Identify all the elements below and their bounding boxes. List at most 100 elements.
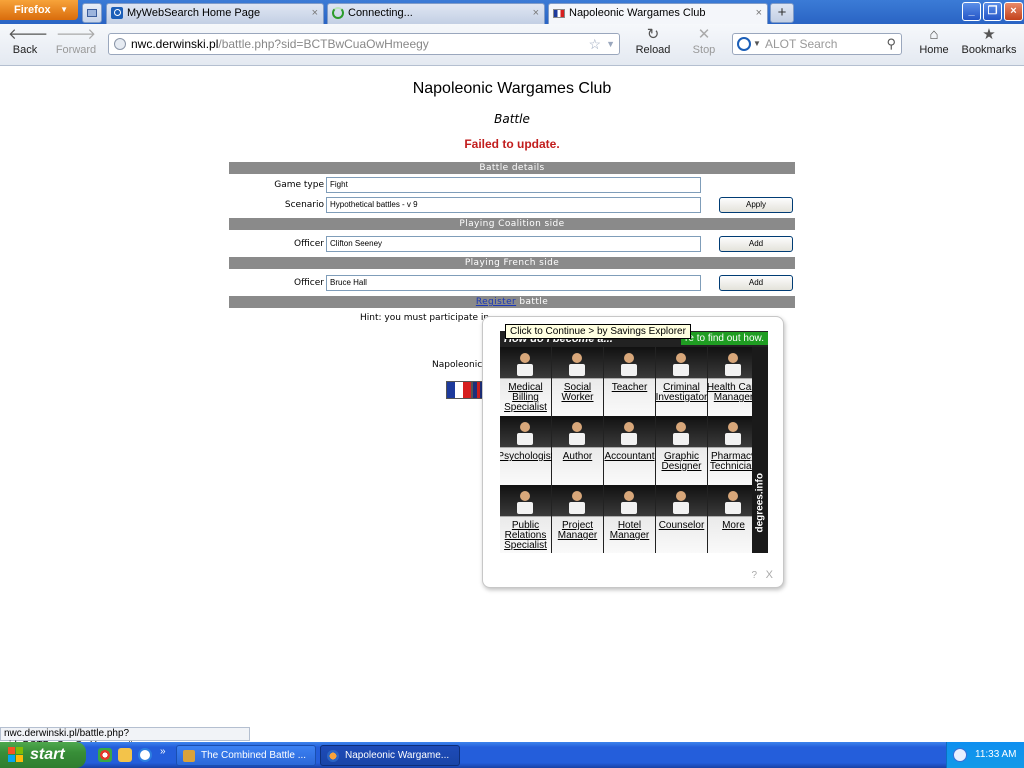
ad-side-strip: degrees.info — [752, 347, 768, 553]
person-figure-icon — [517, 491, 533, 514]
tab-mywebsearch[interactable]: MyWebSearch Home Page × — [106, 3, 324, 24]
coalition-officer-field[interactable]: Clifton Seeney — [326, 236, 701, 252]
coalition-officer-label: Officer — [294, 239, 324, 249]
close-icon[interactable]: X — [766, 569, 773, 581]
firefox-menu-label: Firefox — [14, 4, 51, 16]
chevron-down-icon[interactable]: ▼ — [753, 34, 761, 54]
close-tab-icon[interactable]: × — [533, 4, 539, 23]
new-tab-button[interactable]: + — [770, 3, 794, 23]
tab-groups-button[interactable] — [82, 3, 102, 23]
ad-career-tile[interactable]: Project Manager — [552, 485, 603, 553]
ad-career-label[interactable]: Teacher — [600, 383, 659, 393]
globe-icon — [114, 38, 126, 50]
bookmarks-star-icon: ★ — [982, 26, 996, 43]
windows-taskbar: start » The Combined Battle ... Napoleon… — [0, 742, 1024, 768]
chevron-down-icon: ▼ — [60, 5, 68, 14]
start-button[interactable]: start — [0, 742, 86, 768]
person-figure-icon — [725, 422, 741, 445]
tab-title: Napoleonic Wargames Club — [569, 7, 706, 19]
close-tab-icon[interactable]: × — [312, 4, 318, 23]
firefox-icon — [327, 750, 339, 762]
taskbar-item-combined-battle[interactable]: The Combined Battle ... — [176, 745, 316, 766]
register-link[interactable]: Register — [476, 297, 516, 307]
person-figure-icon — [517, 422, 533, 445]
ad-career-tile[interactable]: Criminal Investigator — [656, 347, 707, 416]
windows-logo-icon — [8, 747, 24, 763]
ad-career-grid: Medical Billing Specialist Social Worker T… — [500, 347, 760, 553]
web-page: Napoleonic Wargames Club Battle Failed t… — [0, 67, 1024, 727]
stop-button[interactable]: ✕ Stop — [688, 26, 720, 56]
taskbar-item-napoleonic[interactable]: Napoleonic Wargame... — [320, 745, 460, 766]
network-icon[interactable] — [953, 748, 967, 762]
reload-button[interactable]: ↻ Reload — [634, 26, 672, 56]
search-engine-icon[interactable] — [737, 37, 751, 51]
french-flag-favicon-icon — [553, 9, 565, 18]
ad-career-tile[interactable]: Counselor — [656, 485, 707, 553]
stop-label: Stop — [692, 44, 716, 56]
ad-career-tile[interactable]: Teacher — [604, 347, 655, 416]
ad-career-label[interactable]: Public Relations Specialist — [500, 521, 555, 551]
firefox-menu-button[interactable]: Firefox ▼ — [0, 0, 78, 20]
ad-career-label[interactable]: Counselor — [652, 521, 711, 531]
address-bar[interactable]: nwc.derwinski.pl/battle.php?sid=BCTBwCua… — [108, 33, 620, 55]
ad-career-tile[interactable]: Graphic Designer — [656, 416, 707, 485]
back-label: Back — [12, 44, 38, 56]
ad-career-label[interactable]: Hotel Manager — [600, 521, 659, 541]
game-type-field[interactable]: Fight — [326, 177, 701, 193]
folder-icon[interactable] — [118, 748, 132, 762]
back-arrow-icon: 🡐 — [8, 26, 49, 43]
ad-career-label[interactable]: Author — [548, 452, 607, 462]
help-icon[interactable]: ? — [751, 570, 757, 581]
chevron-right-icon[interactable]: » — [160, 746, 166, 757]
chrome-icon[interactable] — [98, 748, 112, 762]
search-favicon-icon — [111, 7, 123, 19]
ad-banner[interactable]: How do I become a... re to find out how.… — [500, 331, 768, 553]
apply-button[interactable]: Apply — [719, 197, 793, 213]
ad-career-tile[interactable]: Public Relations Specialist — [500, 485, 551, 553]
scenario-field[interactable]: Hypothetical battles - v 9 — [326, 197, 701, 213]
section-register: Register battle — [229, 296, 795, 308]
ad-career-label[interactable]: Criminal Investigator — [652, 383, 711, 403]
add-french-button[interactable]: Add — [719, 275, 793, 291]
chevron-down-icon[interactable]: ▼ — [606, 34, 615, 54]
close-tab-icon[interactable]: × — [756, 4, 762, 23]
ad-career-tile[interactable]: Author — [552, 416, 603, 485]
restore-button[interactable]: ❐ — [983, 2, 1002, 21]
tab-napoleonic[interactable]: Napoleonic Wargames Club × — [548, 3, 768, 24]
ad-career-tile[interactable]: Social Worker — [552, 347, 603, 416]
ad-career-label[interactable]: Graphic Designer — [652, 452, 711, 472]
person-figure-icon — [569, 422, 585, 445]
bookmarks-button[interactable]: ★ Bookmarks — [958, 26, 1020, 56]
section-battle-details: Battle details — [229, 162, 795, 174]
ad-popup[interactable]: Click to Continue > by Savings Explorer … — [482, 316, 784, 588]
ad-career-label[interactable]: Medical Billing Specialist — [500, 383, 555, 413]
tab-connecting[interactable]: Connecting... × — [327, 3, 545, 24]
back-button[interactable]: 🡐 Back — [8, 26, 49, 56]
french-flag-icon[interactable] — [446, 381, 472, 399]
ad-career-tile[interactable]: Accountant — [604, 416, 655, 485]
minimize-button[interactable]: _ — [962, 2, 981, 21]
close-window-button[interactable]: × — [1004, 2, 1023, 21]
magnifier-icon[interactable]: ⚲ — [886, 34, 896, 54]
search-bar[interactable]: ▼ ALOT Search ⚲ — [732, 33, 902, 55]
add-coalition-button[interactable]: Add — [719, 236, 793, 252]
ad-career-tile[interactable]: Psychologist — [500, 416, 554, 485]
home-button[interactable]: ⌂ Home — [918, 26, 950, 56]
ad-career-label[interactable]: Project Manager — [548, 521, 607, 541]
ad-cta-link[interactable]: re to find out how. — [681, 332, 768, 345]
ad-career-label[interactable]: Psychologist — [500, 452, 555, 462]
bookmark-star-icon[interactable]: ☆ — [588, 34, 601, 54]
french-officer-field[interactable]: Bruce Hall — [326, 275, 701, 291]
ad-career-label[interactable]: Social Worker — [548, 383, 607, 403]
section-coalition: Playing Coalition side — [229, 218, 795, 230]
reload-icon: ↻ — [646, 26, 660, 43]
internet-explorer-icon[interactable] — [138, 748, 152, 762]
ad-career-tile[interactable]: Hotel Manager — [604, 485, 655, 553]
start-label: start — [30, 746, 65, 763]
person-figure-icon — [569, 353, 585, 376]
ad-career-tile[interactable]: Medical Billing Specialist — [500, 347, 551, 416]
ad-career-label[interactable]: Accountant — [600, 452, 659, 462]
forward-button[interactable]: 🡒 Forward — [52, 26, 100, 56]
task-label: Napoleonic Wargame... — [345, 750, 450, 761]
clock: 11:33 AM — [975, 749, 1017, 760]
